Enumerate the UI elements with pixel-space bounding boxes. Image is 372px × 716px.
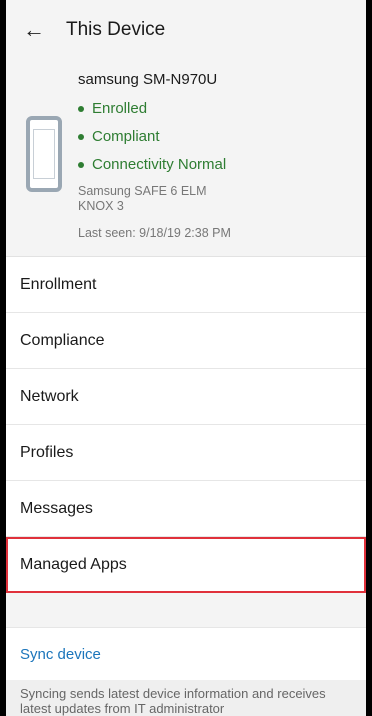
status-enrolled: Enrolled: [78, 100, 147, 117]
status-label: Compliant: [92, 128, 160, 145]
status-label: Enrolled: [92, 100, 148, 117]
status-label: Connectivity Normal: [92, 156, 227, 173]
last-seen: Last seen: 9/18/19 2:38 PM: [78, 226, 231, 240]
status-compliant: Compliant: [78, 128, 160, 145]
back-button[interactable]: ←: [12, 0, 56, 60]
device-summary-card: samsung SM-N970U Enrolled Compliant Conn…: [6, 60, 366, 257]
menu-item-profiles[interactable]: Profiles: [6, 425, 366, 481]
status-dot-icon: [78, 105, 84, 112]
menu-item-managed-apps[interactable]: Managed Apps: [6, 537, 366, 593]
phone-icon: [26, 116, 62, 192]
device-screen: ← This Device samsung SM-N970U Enrolled …: [6, 0, 366, 716]
os-line: Samsung SAFE 6 ELM: [78, 184, 207, 198]
app-bar: ← This Device: [6, 0, 366, 60]
status-dot-icon: [78, 161, 84, 168]
sync-device-button[interactable]: Sync device: [6, 628, 366, 680]
menu-item-network[interactable]: Network: [6, 369, 366, 425]
section-spacer: [6, 593, 366, 628]
menu-item-enrollment[interactable]: Enrollment: [6, 257, 366, 313]
sync-description: Syncing sends latest device information …: [6, 680, 366, 716]
status-connectivity: Connectivity Normal: [78, 156, 226, 173]
menu-item-messages[interactable]: Messages: [6, 481, 366, 537]
device-name: samsung SM-N970U: [78, 71, 218, 88]
knox-line: KNOX 3: [78, 199, 124, 213]
page-title: This Device: [66, 19, 166, 40]
device-os: Samsung SAFE 6 ELM KNOX 3: [78, 184, 207, 214]
status-dot-icon: [78, 133, 84, 140]
arrow-left-icon: ←: [23, 17, 45, 42]
menu-item-compliance[interactable]: Compliance: [6, 313, 366, 369]
